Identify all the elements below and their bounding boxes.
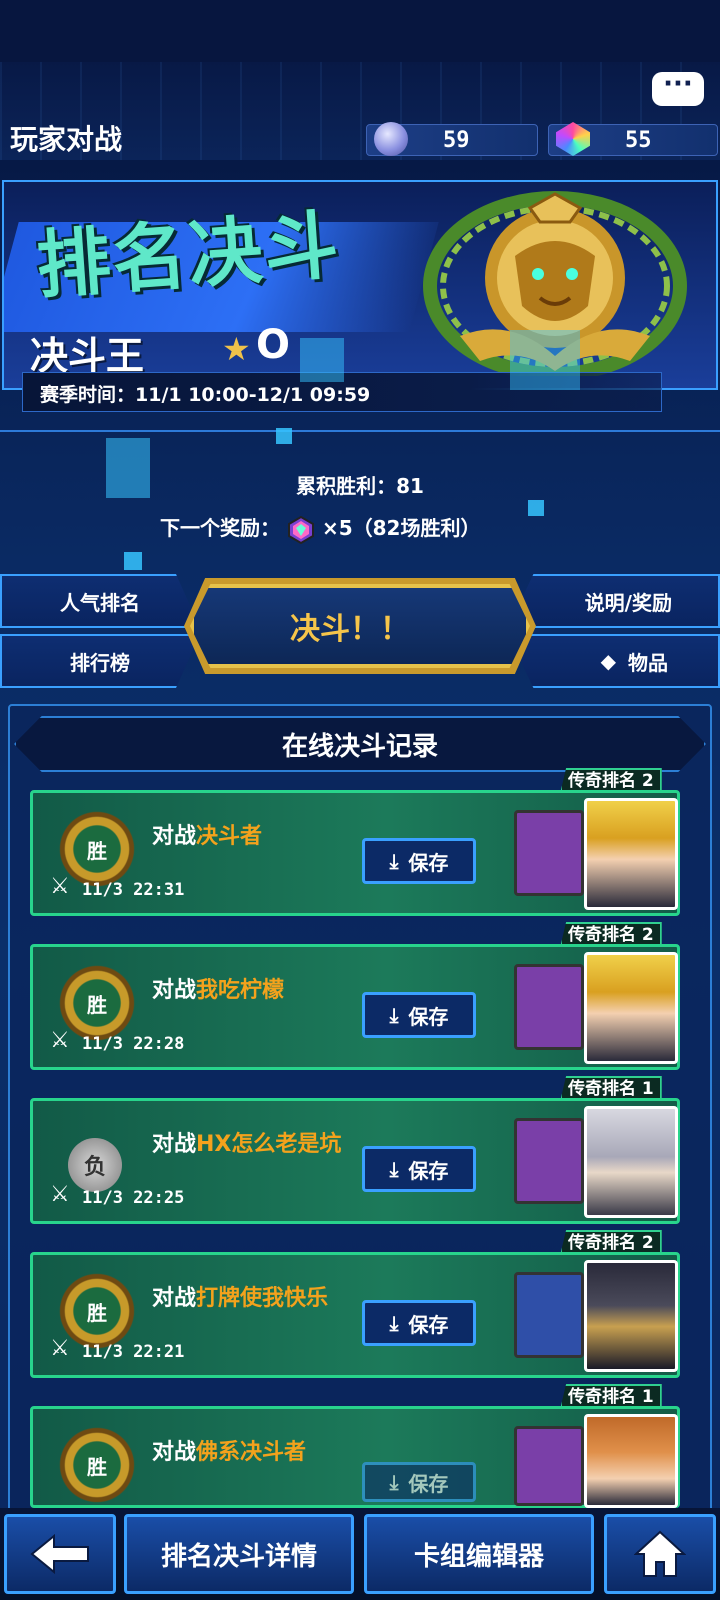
deck-box-icon: [514, 1118, 584, 1204]
leaderboard-button[interactable]: 排行榜: [0, 634, 200, 688]
result-label: 胜: [87, 839, 107, 863]
opponent-avatar: [584, 1260, 678, 1372]
loss-badge: 负: [68, 1138, 122, 1192]
save-button[interactable]: ⤓ 保存: [362, 1146, 476, 1192]
season-time: 赛季时间：11/1 10:00-12/1 09:59: [40, 384, 371, 406]
star-icon: ★: [222, 330, 251, 368]
orb-icon: [374, 122, 408, 156]
save-label: 保存: [408, 1312, 449, 1337]
vs-label: 对战: [152, 824, 197, 849]
match-time: 11/3 22:21: [82, 1342, 185, 1362]
deck-box-icon: [514, 1426, 584, 1506]
save-button[interactable]: ⤓ 保存: [362, 1462, 476, 1502]
pixel-decoration: [510, 330, 580, 390]
save-label: 保存: [408, 1158, 449, 1183]
opponent-line: 对战HX怎么老是坑: [152, 1126, 341, 1158]
download-icon: ⤓: [389, 1003, 399, 1027]
opponent-line: 对战我吃柠檬: [152, 972, 284, 1004]
swords-icon: ⚔: [50, 874, 70, 899]
pixel-decoration: [276, 428, 292, 444]
opponent-avatar: [584, 798, 678, 910]
records-header-label: 在线决斗记录: [281, 731, 438, 762]
opponent-avatar: [584, 952, 678, 1064]
popular-rank-button[interactable]: 人气排名: [0, 574, 200, 628]
items-button[interactable]: ◆ 物品: [508, 634, 720, 688]
total-wins: 累积胜利：81: [296, 474, 424, 498]
save-button[interactable]: ⤓ 保存: [362, 1300, 476, 1346]
download-icon: ⤓: [389, 849, 399, 873]
status-strip: [0, 0, 720, 62]
result-label: 负: [83, 1155, 106, 1180]
save-button[interactable]: ⤓ 保存: [362, 992, 476, 1038]
opponent-avatar: [584, 1106, 678, 1218]
deck-box-icon: [514, 1272, 584, 1358]
deck-editor-label: 卡组编辑器: [413, 1541, 544, 1572]
duel-button[interactable]: 决斗！！: [190, 584, 530, 668]
duel-label: 决斗！！: [290, 612, 410, 647]
opponent-name: 佛系决斗者: [196, 1440, 307, 1465]
back-arrow-icon: [30, 1534, 89, 1574]
pixel-decoration: [124, 552, 142, 570]
next-reward-suffix: ×5（82场胜利）: [321, 516, 481, 540]
rank-level: O: [256, 322, 291, 368]
items-label: 物品: [628, 650, 668, 675]
match-time: 11/3 22:31: [82, 880, 185, 900]
opponent-name: 决斗者: [196, 824, 263, 849]
download-icon: ⤓: [389, 1157, 399, 1181]
result-label: 胜: [87, 993, 107, 1017]
leaderboard-label: 排行榜: [70, 650, 130, 675]
next-reward: 下一个奖励： ×5（82场胜利）: [160, 512, 480, 544]
save-button[interactable]: ⤓ 保存: [362, 838, 476, 884]
opponent-line: 对战决斗者: [152, 818, 262, 850]
items-icon: ◆: [600, 649, 616, 673]
swords-icon: ⚔: [50, 1336, 70, 1361]
match-time: 11/3 22:25: [82, 1188, 185, 1208]
page-title: 玩家对战: [10, 123, 123, 156]
opponent-line: 对战打牌使我快乐: [152, 1280, 328, 1312]
next-reward-prefix: 下一个奖励：: [160, 516, 280, 540]
rules-rewards-button[interactable]: 说明/奖励: [508, 574, 720, 628]
gem-count: 55: [625, 128, 652, 153]
ranked-details-button[interactable]: 排名决斗详情: [124, 1514, 354, 1594]
deck-editor-button[interactable]: 卡组编辑器: [364, 1514, 594, 1594]
swords-icon: ⚔: [50, 1028, 70, 1053]
banner-title: 排名决斗: [33, 202, 344, 310]
download-icon: ⤓: [389, 1470, 399, 1494]
download-icon: ⤓: [389, 1311, 399, 1335]
result-label: 胜: [87, 1455, 107, 1479]
pixel-decoration: [300, 338, 344, 382]
match-time: 11/3 22:28: [82, 1034, 185, 1054]
home-icon: [634, 1530, 686, 1577]
chat-bubble-icon[interactable]: ···: [652, 71, 704, 106]
swords-icon: ⚔: [50, 1182, 70, 1207]
opponent-line: 对战佛系决斗者: [152, 1434, 306, 1466]
save-label: 保存: [408, 1004, 449, 1029]
records-header: 在线决斗记录: [14, 716, 706, 772]
popular-rank-label: 人气排名: [60, 590, 140, 615]
vs-label: 对战: [152, 978, 197, 1003]
ranked-details-label: 排名决斗详情: [160, 1541, 317, 1572]
orb-count: 59: [443, 128, 470, 153]
home-button[interactable]: [604, 1514, 716, 1594]
deck-box-icon: [514, 810, 584, 896]
save-label: 保存: [408, 1471, 449, 1496]
vs-label: 对战: [152, 1440, 197, 1465]
pixel-decoration: [528, 500, 544, 516]
back-button[interactable]: [4, 1514, 116, 1594]
opponent-name: HX怎么老是坑: [196, 1132, 342, 1157]
opponent-name: 打牌使我快乐: [196, 1286, 329, 1311]
vs-label: 对战: [152, 1132, 197, 1157]
save-label: 保存: [408, 850, 449, 875]
gem-icon: [287, 515, 314, 544]
opponent-avatar: [584, 1414, 678, 1508]
deck-box-icon: [514, 964, 584, 1050]
opponent-name: 我吃柠檬: [196, 978, 285, 1003]
rules-rewards-label: 说明/奖励: [584, 590, 672, 615]
divider: [0, 430, 720, 432]
result-label: 胜: [87, 1301, 107, 1325]
vs-label: 对战: [152, 1286, 197, 1311]
